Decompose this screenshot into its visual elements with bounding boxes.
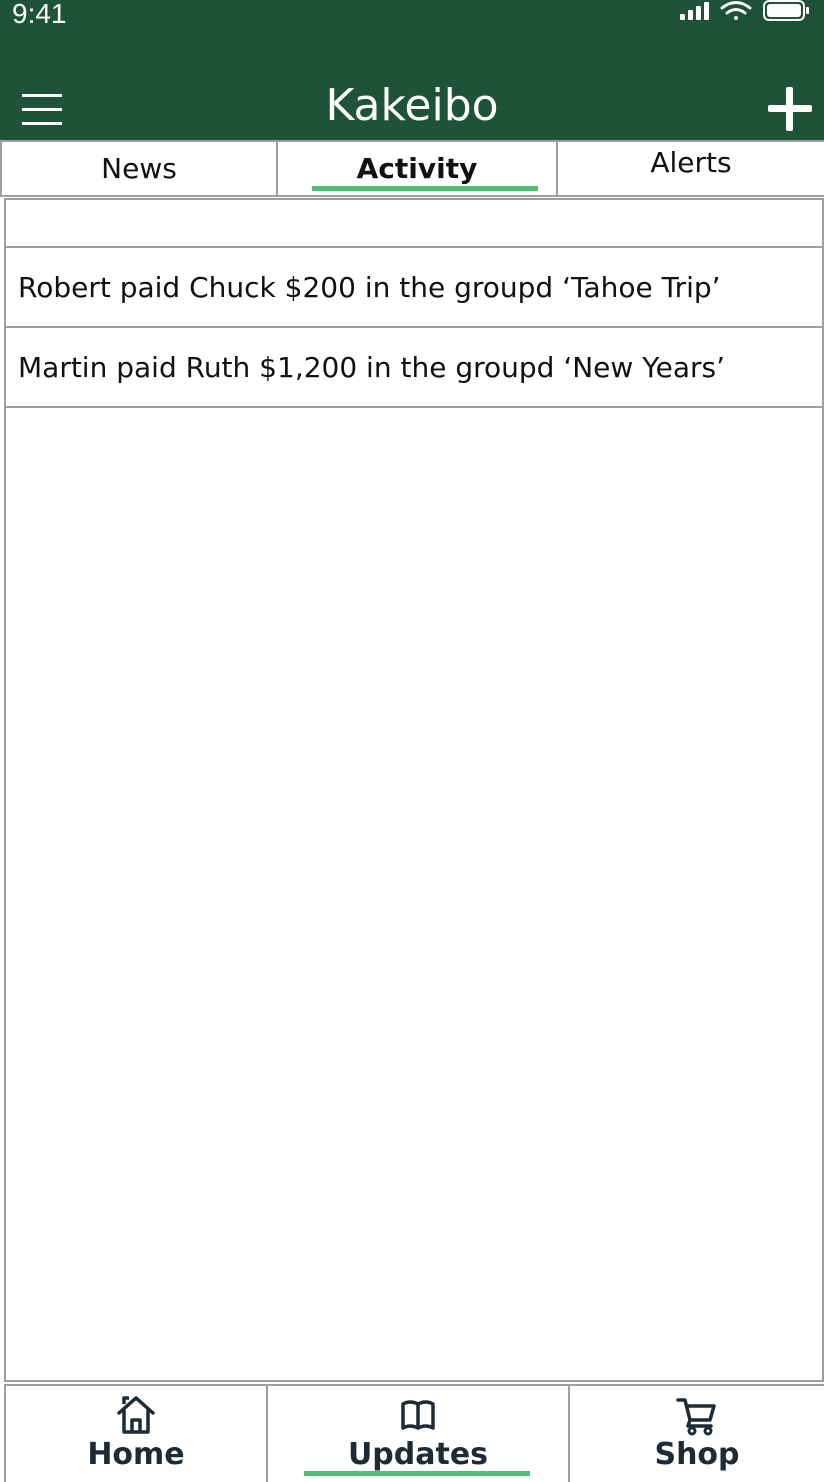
activity-text: Robert paid Chuck $200 in the groupd ‘Ta… (18, 270, 721, 304)
active-nav-indicator (304, 1471, 530, 1476)
tab-bar: News Activity Alerts (0, 140, 824, 197)
activity-list: Robert paid Chuck $200 in the groupd ‘Ta… (4, 198, 824, 1382)
app-header: 9:41 Kakeibo (0, 0, 824, 140)
list-item[interactable]: Robert paid Chuck $200 in the groupd ‘Ta… (6, 248, 822, 328)
house-icon (117, 1396, 155, 1434)
bottom-nav: Home Updates Shop (4, 1384, 824, 1482)
app-title: Kakeibo (325, 80, 499, 131)
plus-icon (768, 87, 812, 131)
tab-activity-label: Activity (356, 152, 478, 185)
tab-news[interactable]: News (0, 142, 276, 195)
add-button[interactable] (766, 85, 814, 133)
nav-shop[interactable]: Shop (568, 1386, 824, 1482)
activity-text: Martin paid Ruth $1,200 in the groupd ‘N… (18, 350, 725, 384)
nav-updates[interactable]: Updates (266, 1386, 568, 1482)
wifi-icon (720, 1, 752, 20)
list-header (6, 198, 822, 248)
nav-home-label: Home (87, 1437, 185, 1472)
nav-shop-label: Shop (654, 1437, 740, 1472)
status-time: 9:41 (12, 0, 67, 29)
nav-updates-label: Updates (347, 1437, 489, 1472)
tab-alerts[interactable]: Alerts (556, 142, 824, 195)
list-item[interactable]: Martin paid Ruth $1,200 in the groupd ‘N… (6, 328, 822, 408)
book-icon (401, 1400, 435, 1430)
tab-news-label: News (101, 152, 177, 185)
battery-icon (763, 0, 809, 21)
nav-home[interactable]: Home (6, 1386, 266, 1482)
signal-icon (680, 2, 709, 20)
tab-activity[interactable]: Activity (276, 142, 556, 195)
active-tab-indicator (312, 186, 538, 191)
cart-icon (676, 1398, 716, 1436)
tab-alerts-label: Alerts (650, 146, 732, 179)
status-icons (680, 0, 812, 24)
